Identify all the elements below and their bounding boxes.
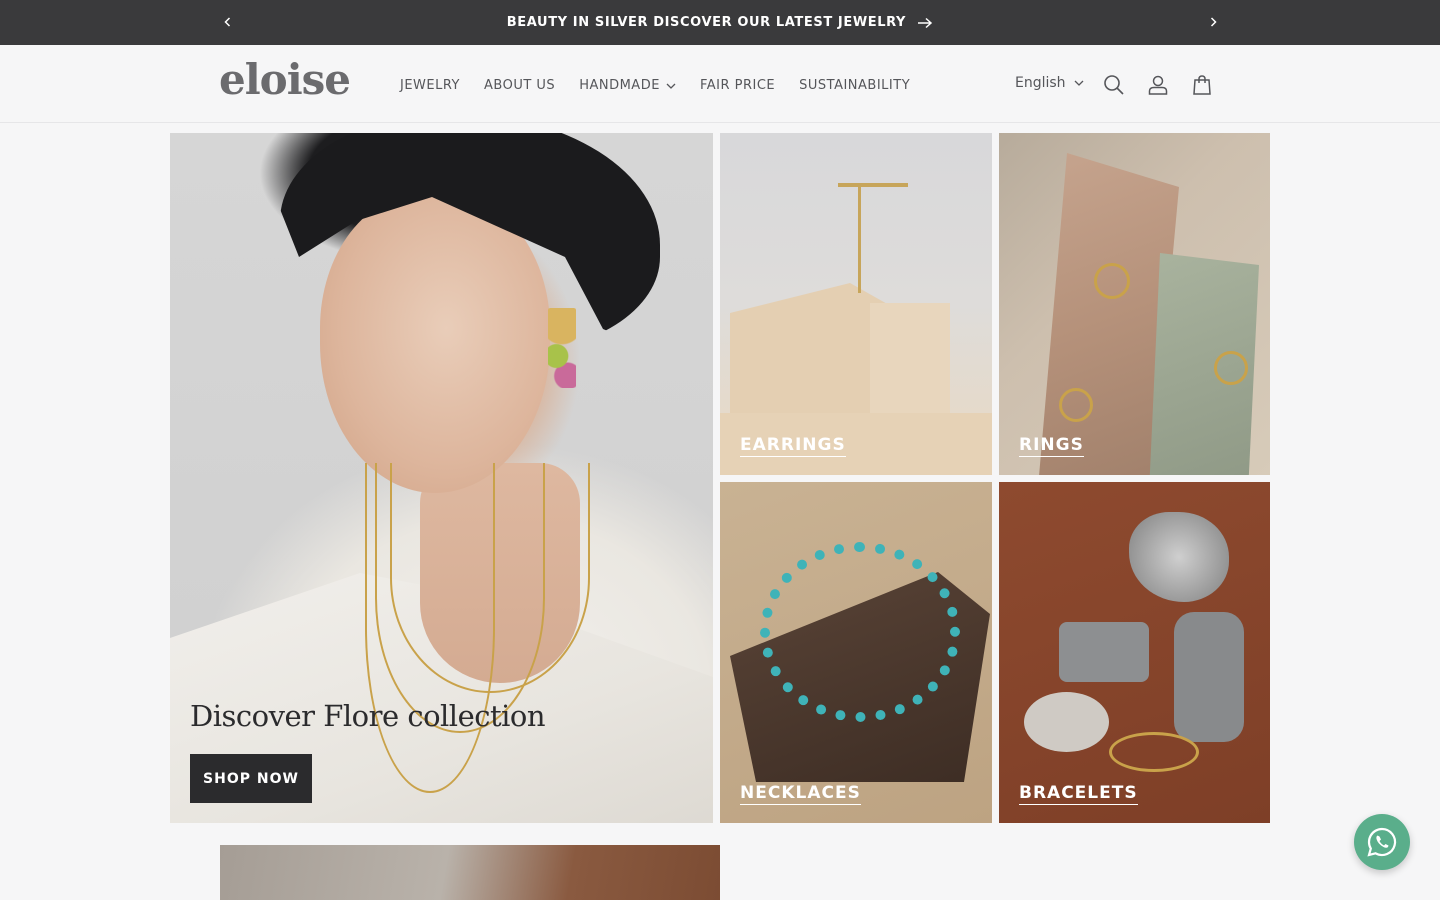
- hero-title: Discover Flore collection: [190, 699, 546, 733]
- nav-item-jewelry[interactable]: JEWELRY: [388, 78, 472, 93]
- announcement-bar: BEAUTY IN SILVER DISCOVER OUR LATEST JEW…: [0, 0, 1440, 45]
- cylinder-stand: [1174, 612, 1244, 742]
- language-label: English: [1015, 75, 1066, 91]
- ring: [1094, 263, 1130, 299]
- chevron-right-icon[interactable]: [1203, 12, 1223, 32]
- necklace-chain: [390, 463, 590, 693]
- nav-label: SUSTAINABILITY: [799, 78, 911, 93]
- whatsapp-icon: [1367, 827, 1397, 857]
- nav-item-about-us[interactable]: ABOUT US: [472, 78, 567, 93]
- nav-item-handmade[interactable]: HANDMADE: [567, 78, 688, 93]
- earring-stand: [858, 183, 861, 293]
- cart-icon[interactable]: [1190, 73, 1214, 97]
- nav-item-fair-price[interactable]: FAIR PRICE: [688, 78, 787, 93]
- rock: [1129, 512, 1229, 602]
- hero-banner[interactable]: Discover Flore collection SHOP NOW: [170, 133, 713, 823]
- category-tile-rings[interactable]: RINGS: [999, 133, 1270, 475]
- bangle: [1109, 732, 1199, 772]
- logo[interactable]: eloise: [219, 55, 351, 104]
- bead-necklace: [760, 542, 960, 722]
- category-label-earrings: EARRINGS: [740, 435, 846, 457]
- cylinder-stand: [1059, 622, 1149, 682]
- whatsapp-button[interactable]: [1354, 814, 1410, 870]
- category-label-bracelets: BRACELETS: [1019, 783, 1138, 805]
- nav-label: ABOUT US: [484, 78, 556, 93]
- announcement-message[interactable]: BEAUTY IN SILVER DISCOVER OUR LATEST JEW…: [0, 15, 1440, 30]
- nav-label: FAIR PRICE: [699, 78, 776, 93]
- category-tile-bracelets[interactable]: BRACELETS: [999, 482, 1270, 823]
- arrow-right-icon: [918, 17, 933, 28]
- category-label-rings: RINGS: [1019, 435, 1084, 457]
- pebble: [1024, 692, 1109, 752]
- category-tile-earrings[interactable]: EARRINGS: [720, 133, 992, 475]
- category-label-necklaces: NECKLACES: [740, 783, 861, 805]
- chevron-down-icon: [1074, 80, 1084, 86]
- search-icon[interactable]: [1102, 73, 1126, 97]
- announcement-text: BEAUTY IN SILVER DISCOVER OUR LATEST JEW…: [506, 15, 907, 30]
- earring-stand: [838, 183, 908, 187]
- account-icon[interactable]: [1146, 73, 1170, 97]
- ring: [1214, 351, 1248, 385]
- earring-decoration: [548, 308, 576, 388]
- category-tile-necklaces[interactable]: NECKLACES: [720, 482, 992, 823]
- nav-item-sustainability[interactable]: SUSTAINABILITY: [787, 78, 922, 93]
- language-selector[interactable]: English: [1015, 75, 1084, 91]
- site-header: eloise JEWELRY ABOUT US HANDMADE FAIR PR…: [0, 45, 1440, 123]
- nav-label: JEWELRY: [400, 78, 461, 93]
- chevron-down-icon: [666, 83, 676, 89]
- hero-image-face: [320, 193, 550, 493]
- main-nav: JEWELRY ABOUT US HANDMADE FAIR PRICE SUS…: [388, 78, 922, 93]
- nav-label: HANDMADE: [579, 78, 660, 93]
- ring: [1059, 388, 1093, 422]
- shop-now-button[interactable]: SHOP NOW: [190, 754, 312, 803]
- featured-image: [220, 845, 720, 900]
